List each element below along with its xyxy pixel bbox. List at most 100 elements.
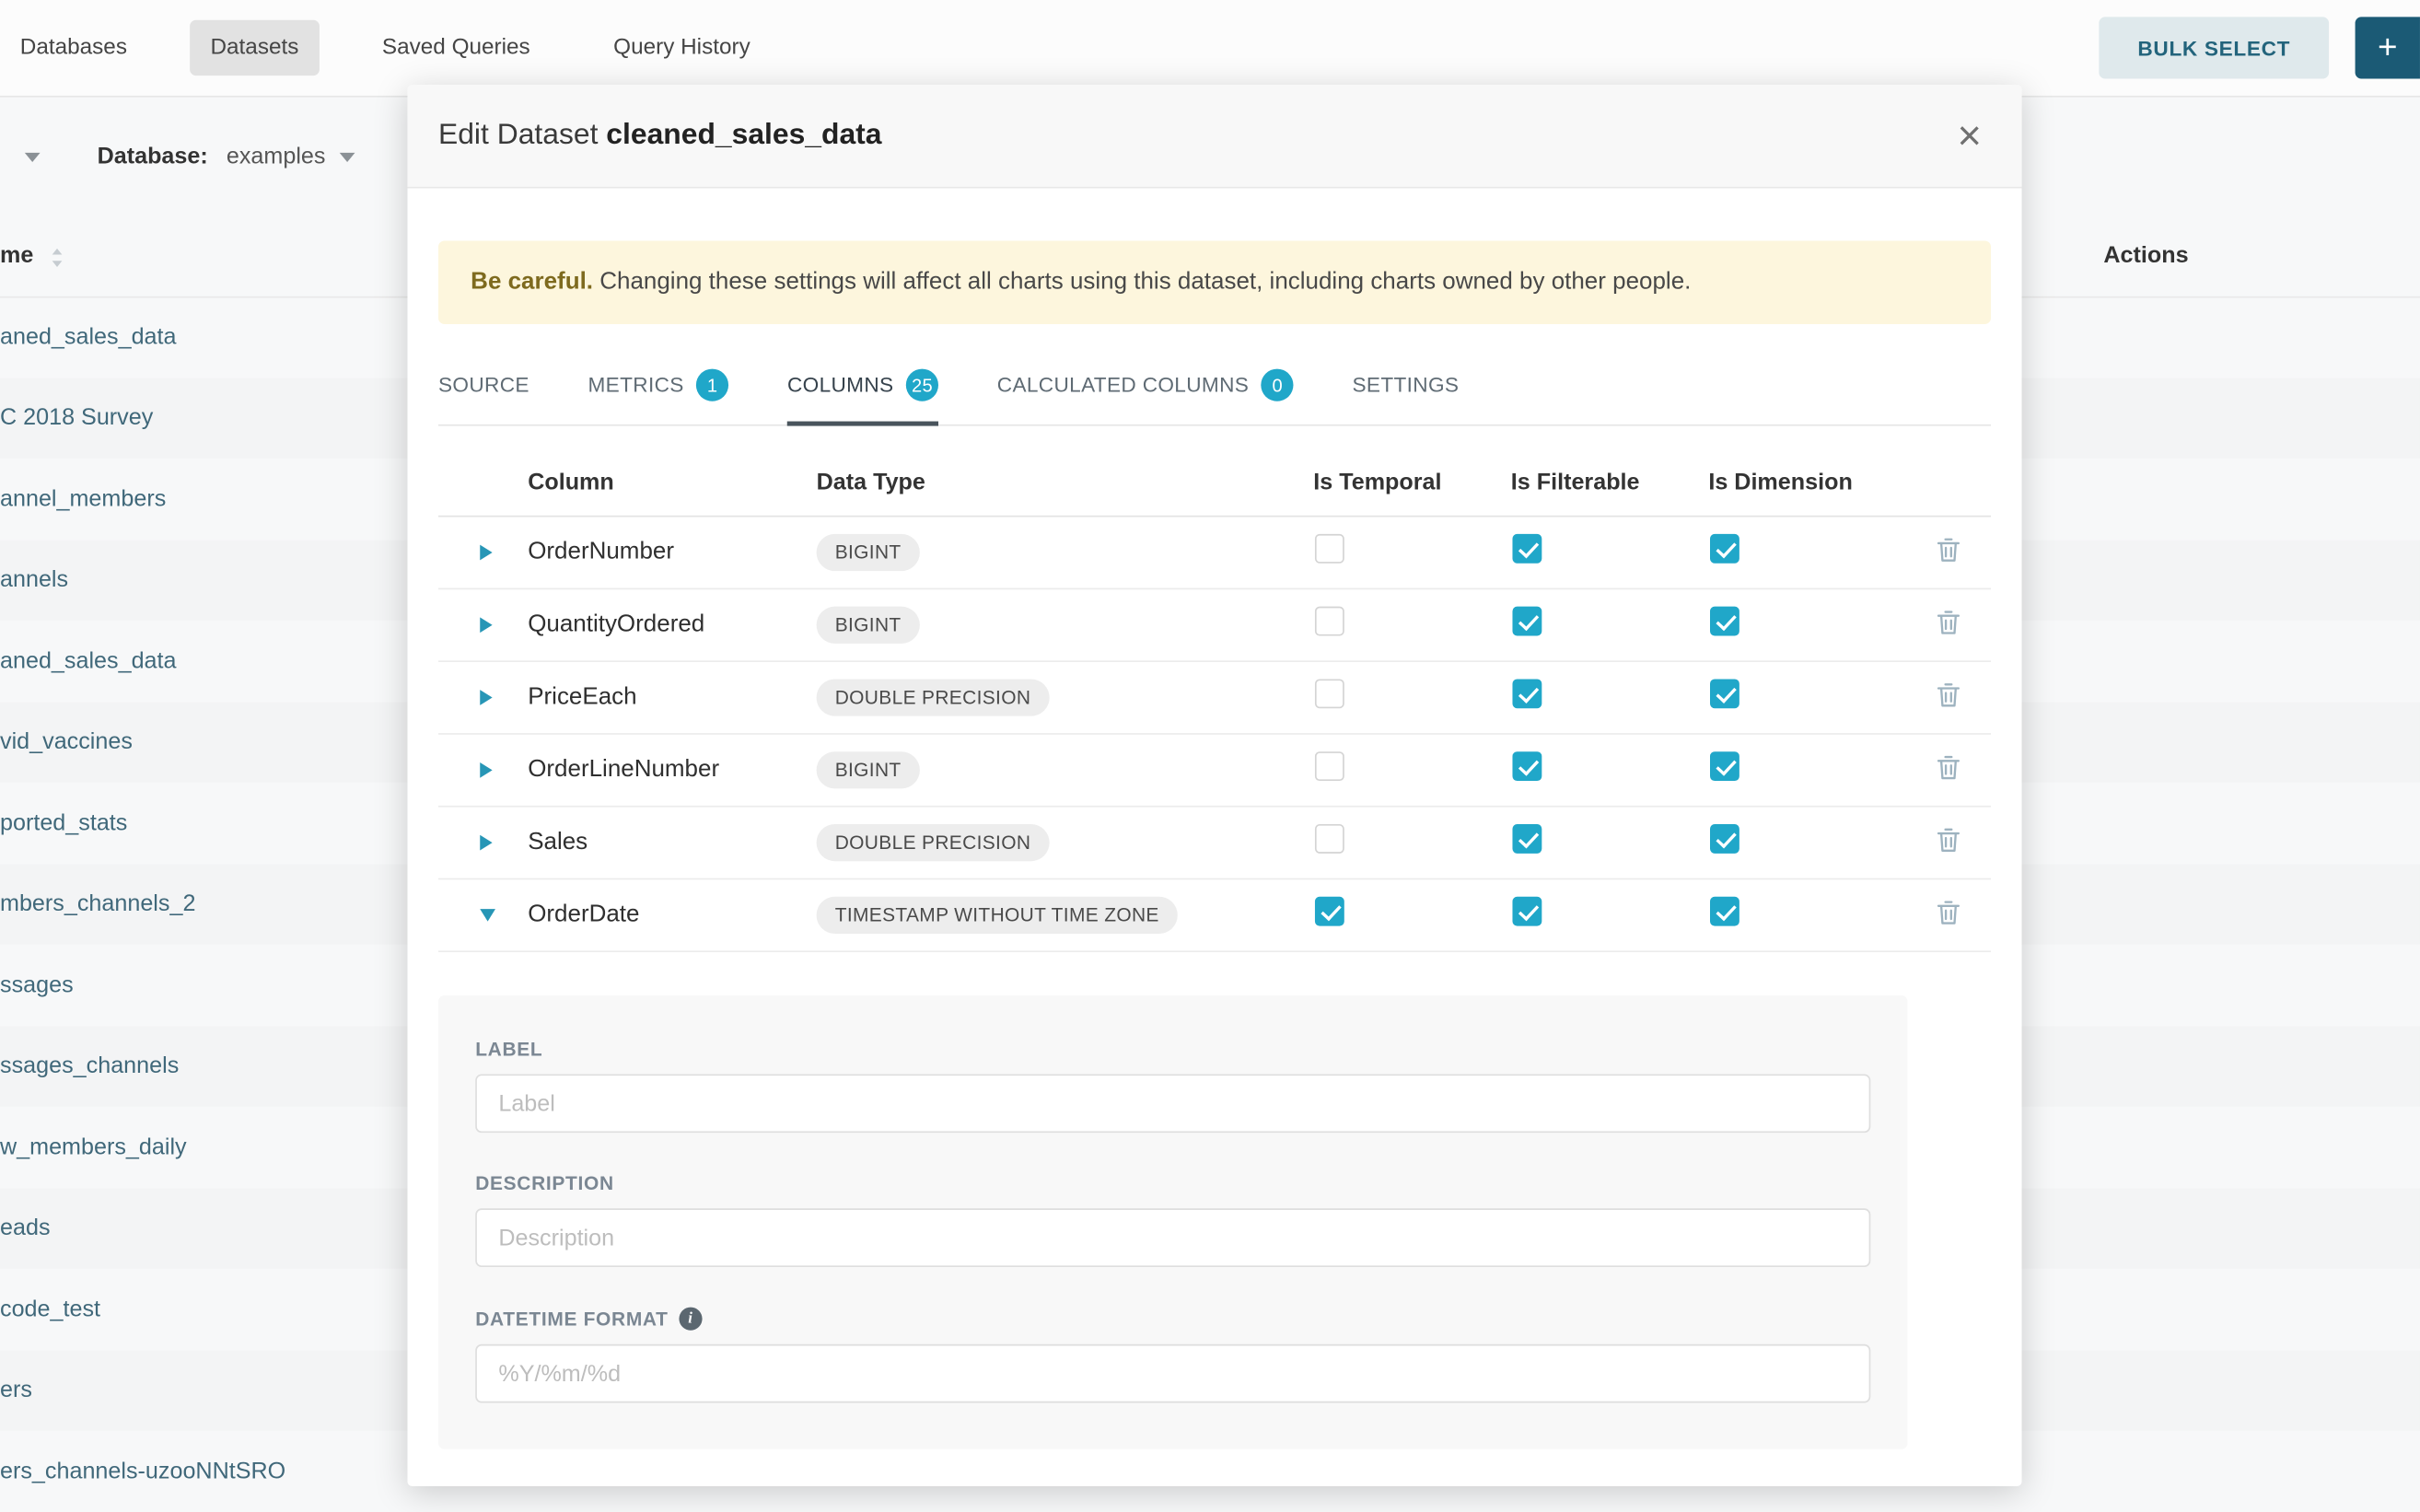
is-dimension-header: Is Dimension bbox=[1708, 469, 1906, 494]
dataset-name-link[interactable]: annel_members bbox=[0, 486, 166, 512]
expand-caret-icon[interactable] bbox=[480, 545, 492, 561]
sort-icon[interactable] bbox=[50, 247, 65, 276]
dataset-name-link[interactable]: eads bbox=[0, 1215, 51, 1240]
dataset-name-link[interactable]: C 2018 Survey bbox=[0, 405, 153, 431]
trash-icon bbox=[1937, 755, 1960, 781]
expand-caret-icon[interactable] bbox=[480, 690, 492, 705]
dataset-name-link[interactable]: ported_stats bbox=[0, 809, 127, 835]
column-name: OrderDate bbox=[528, 901, 816, 929]
is-filterable-checkbox[interactable] bbox=[1512, 534, 1542, 564]
tab-metrics[interactable]: METRICS1 bbox=[588, 349, 729, 425]
column-type-pill: TIMESTAMP WITHOUT TIME ZONE bbox=[817, 897, 1178, 934]
delete-column-button[interactable] bbox=[1931, 603, 1967, 646]
database-filter-value: examples bbox=[227, 144, 326, 169]
column-type-pill: BIGINT bbox=[817, 751, 920, 788]
nav-tabs: Databases Datasets Saved Queries Query Hist… bbox=[0, 20, 771, 76]
is-filterable-checkbox[interactable] bbox=[1512, 897, 1542, 926]
datetime-format-input[interactable] bbox=[475, 1344, 1870, 1403]
dataset-name-link[interactable]: ers_channels-uzooNNtSRO bbox=[0, 1458, 285, 1483]
add-dataset-button[interactable]: + bbox=[2356, 17, 2420, 78]
column-row: OrderNumber BIGINT bbox=[438, 517, 1991, 589]
description-field: DESCRIPTION bbox=[475, 1173, 1870, 1267]
is-filterable-checkbox[interactable] bbox=[1512, 751, 1542, 781]
is-dimension-checkbox[interactable] bbox=[1710, 607, 1739, 636]
label-field: LABEL bbox=[475, 1039, 1870, 1133]
nav-item-databases[interactable]: Databases bbox=[0, 20, 147, 76]
is-filterable-checkbox[interactable] bbox=[1512, 824, 1542, 854]
is-dimension-checkbox[interactable] bbox=[1710, 679, 1739, 708]
is-filterable-checkbox[interactable] bbox=[1512, 607, 1542, 636]
dataset-name-link[interactable]: mbers_channels_2 bbox=[0, 890, 195, 916]
expand-caret-icon[interactable] bbox=[480, 762, 492, 778]
delete-column-button[interactable] bbox=[1931, 531, 1967, 575]
column-type-pill: DOUBLE PRECISION bbox=[817, 824, 1050, 861]
description-field-label: DESCRIPTION bbox=[475, 1173, 1870, 1194]
is-dimension-checkbox[interactable] bbox=[1710, 534, 1739, 564]
expand-caret-icon[interactable] bbox=[480, 909, 495, 921]
tab-label: SOURCE bbox=[438, 374, 529, 397]
columns-table-body: OrderNumber BIGINT QuantityOrdered BIGIN… bbox=[438, 517, 1991, 952]
label-field-label: LABEL bbox=[475, 1039, 1870, 1060]
nav-item-query-history[interactable]: Query History bbox=[593, 20, 770, 76]
column-type-pill: DOUBLE PRECISION bbox=[817, 679, 1050, 715]
dataset-name-link[interactable]: code_test bbox=[0, 1296, 100, 1321]
tab-count-badge: 25 bbox=[906, 369, 938, 401]
column-row: PriceEach DOUBLE PRECISION bbox=[438, 662, 1991, 735]
label-input[interactable] bbox=[475, 1074, 1870, 1133]
delete-column-button[interactable] bbox=[1931, 749, 1967, 792]
column-row: OrderDate TIMESTAMP WITHOUT TIME ZONE bbox=[438, 879, 1991, 952]
is-dimension-checkbox[interactable] bbox=[1710, 751, 1739, 781]
bulk-select-button[interactable]: BULK SELECT bbox=[2100, 17, 2330, 78]
nav-item-saved-queries[interactable]: Saved Queries bbox=[362, 20, 550, 76]
is-temporal-checkbox[interactable] bbox=[1315, 824, 1344, 854]
description-input[interactable] bbox=[475, 1208, 1870, 1267]
is-filterable-checkbox[interactable] bbox=[1512, 679, 1542, 708]
delete-column-button[interactable] bbox=[1931, 821, 1967, 865]
columns-table: Column Data Type Is Temporal Is Filterab… bbox=[438, 448, 1991, 952]
expand-caret-icon[interactable] bbox=[480, 835, 492, 851]
tab-label: COLUMNS bbox=[787, 374, 894, 397]
dataset-name-link[interactable]: aned_sales_data bbox=[0, 648, 177, 674]
dataset-name-link[interactable]: aned_sales_data bbox=[0, 324, 177, 350]
is-temporal-checkbox[interactable] bbox=[1315, 897, 1344, 926]
nav-item-datasets[interactable]: Datasets bbox=[191, 20, 320, 76]
dataset-name-link[interactable]: ssages bbox=[0, 971, 74, 997]
modal-title-prefix: Edit Dataset bbox=[438, 119, 598, 151]
dataset-name-link[interactable]: annels bbox=[0, 567, 68, 593]
column-name: OrderLineNumber bbox=[528, 756, 816, 784]
tab-count-badge: 0 bbox=[1262, 369, 1294, 401]
is-filterable-header: Is Filterable bbox=[1511, 469, 1709, 494]
column-type-pill: BIGINT bbox=[817, 607, 920, 644]
chevron-down-icon bbox=[340, 152, 355, 161]
tab-source[interactable]: SOURCE bbox=[438, 354, 529, 420]
tab-settings[interactable]: SETTINGS bbox=[1352, 354, 1459, 420]
dataset-name-link[interactable]: vid_vaccines bbox=[0, 728, 133, 754]
trash-icon bbox=[1937, 827, 1960, 853]
datetime-format-label-text: DATETIME FORMAT bbox=[475, 1308, 668, 1329]
tab-columns[interactable]: COLUMNS 25 bbox=[787, 349, 938, 425]
dataset-name-link[interactable]: ers bbox=[0, 1377, 32, 1402]
is-temporal-checkbox[interactable] bbox=[1315, 534, 1344, 564]
is-temporal-checkbox[interactable] bbox=[1315, 751, 1344, 781]
dataset-name-link[interactable]: w_members_daily bbox=[0, 1134, 187, 1159]
expand-caret-icon[interactable] bbox=[480, 617, 492, 633]
database-filter-label: Database: bbox=[98, 144, 208, 169]
datatype-header: Data Type bbox=[817, 469, 1314, 494]
is-temporal-checkbox[interactable] bbox=[1315, 679, 1344, 708]
is-dimension-checkbox[interactable] bbox=[1710, 897, 1739, 926]
columns-table-header: Column Data Type Is Temporal Is Filterab… bbox=[438, 448, 1991, 517]
chevron-down-icon[interactable] bbox=[25, 152, 41, 161]
close-icon[interactable]: × bbox=[1948, 115, 1991, 157]
tab-calculated-columns[interactable]: CALCULATED COLUMNS0 bbox=[997, 349, 1294, 425]
modal-title: Edit Dataset cleaned_sales_data bbox=[438, 119, 882, 153]
database-filter-select[interactable]: examples bbox=[227, 144, 355, 169]
datetime-format-field: DATETIME FORMAT i bbox=[475, 1308, 1870, 1403]
name-column-header[interactable]: me bbox=[0, 242, 33, 268]
info-icon[interactable]: i bbox=[679, 1308, 702, 1331]
delete-column-button[interactable] bbox=[1931, 893, 1967, 936]
dataset-name-link[interactable]: ssages_channels bbox=[0, 1053, 179, 1078]
warning-bold-text: Be careful. bbox=[471, 269, 593, 295]
is-dimension-checkbox[interactable] bbox=[1710, 824, 1739, 854]
delete-column-button[interactable] bbox=[1931, 676, 1967, 719]
is-temporal-checkbox[interactable] bbox=[1315, 607, 1344, 636]
